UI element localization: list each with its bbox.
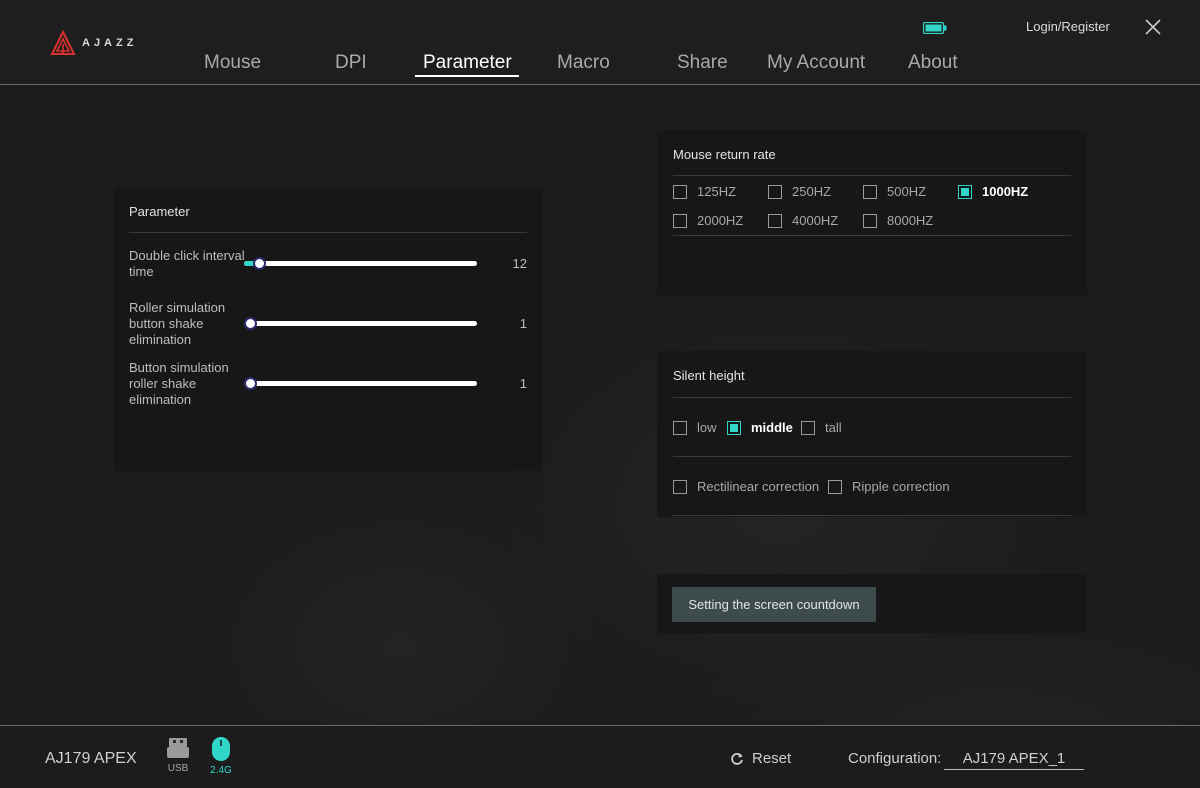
parameter-divider — [129, 232, 527, 233]
checkbox[interactable] — [673, 420, 687, 435]
parameter-panel: Parameter Double click interval time 12 … — [114, 187, 543, 471]
top-bar: AJAZZ Mouse DPI Parameter Macro Share My… — [0, 0, 1200, 85]
height-middle-option[interactable]: middle — [727, 420, 793, 435]
rate-125hz-option[interactable]: 125HZ — [673, 184, 736, 199]
return-rate-title: Mouse return rate — [673, 147, 776, 162]
checkbox[interactable] — [768, 213, 782, 228]
rate-250hz-option[interactable]: 250HZ — [768, 184, 831, 199]
tab-share[interactable]: Share — [677, 52, 728, 74]
silent-height-bottom-divider — [673, 515, 1071, 516]
height-tall-label: tall — [825, 420, 842, 435]
silent-height-mid-divider — [673, 456, 1071, 457]
rate-500hz-label: 500HZ — [887, 184, 927, 199]
height-middle-label: middle — [751, 420, 793, 435]
silent-height-divider — [673, 397, 1071, 398]
slider-handle[interactable] — [244, 377, 257, 390]
checkbox[interactable] — [768, 184, 782, 199]
rate-4000hz-option[interactable]: 4000HZ — [768, 213, 838, 228]
roller-simulation-slider[interactable] — [244, 317, 477, 330]
tab-macro[interactable]: Macro — [557, 52, 610, 74]
usb-connection[interactable]: USB — [161, 736, 195, 774]
rate-8000hz-option[interactable]: 8000HZ — [863, 213, 933, 228]
rate-2000hz-option[interactable]: 2000HZ — [673, 213, 743, 228]
double-click-interval-label: Double click interval time — [129, 248, 245, 279]
height-tall-option[interactable]: tall — [801, 420, 842, 435]
slider-handle[interactable] — [244, 317, 257, 330]
tab-about[interactable]: About — [908, 52, 958, 74]
ripple-correction-option[interactable]: Ripple correction — [828, 479, 950, 494]
button-simulation-slider[interactable] — [244, 377, 477, 390]
checkbox[interactable] — [673, 184, 687, 199]
brand-name: AJAZZ — [82, 37, 138, 49]
device-name: AJ179 APEX — [45, 750, 137, 767]
silent-height-title: Silent height — [673, 368, 745, 383]
roller-simulation-label: Roller simulation button shake eliminati… — [129, 300, 226, 347]
checkbox-checked[interactable] — [727, 420, 741, 435]
checkbox[interactable] — [801, 420, 815, 435]
silent-height-panel: Silent height low middle tall Rectilinea… — [657, 351, 1087, 517]
roller-simulation-value: 1 — [519, 316, 527, 331]
button-simulation-label: Button simulation roller shake eliminati… — [129, 360, 229, 407]
double-click-interval-slider[interactable] — [244, 257, 477, 270]
tab-dpi[interactable]: DPI — [335, 52, 367, 74]
close-icon[interactable] — [1144, 18, 1162, 36]
bottom-bar: AJ179 APEX USB 2.4G Reset Configuration:… — [0, 725, 1200, 788]
rate-500hz-option[interactable]: 500HZ — [863, 184, 926, 199]
rate-250hz-label: 250HZ — [792, 184, 832, 199]
wireless-label: 2.4G — [210, 765, 232, 776]
rate-125hz-label: 125HZ — [697, 184, 737, 199]
ajazz-logo-icon — [50, 30, 76, 55]
wireless-connection[interactable]: 2.4G — [204, 736, 238, 776]
rate-1000hz-option[interactable]: 1000HZ — [958, 184, 1028, 199]
reset-label: Reset — [752, 750, 792, 767]
configuration-label: Configuration: — [848, 750, 942, 767]
login-register-link[interactable]: Login/Register — [1026, 19, 1110, 34]
rectilinear-correction-label: Rectilinear correction — [697, 479, 820, 494]
checkbox-checked[interactable] — [958, 184, 972, 199]
return-rate-panel: Mouse return rate 125HZ 250HZ 500HZ 1000… — [657, 130, 1087, 295]
usb-icon — [167, 738, 189, 758]
return-rate-bottom-divider — [673, 235, 1071, 236]
rate-2000hz-label: 2000HZ — [697, 213, 744, 228]
return-rate-divider — [673, 175, 1071, 176]
checkbox[interactable] — [863, 184, 877, 199]
slider-handle[interactable] — [253, 257, 266, 270]
rectilinear-correction-option[interactable]: Rectilinear correction — [673, 479, 819, 494]
tab-my-account[interactable]: My Account — [767, 52, 865, 74]
brand-logo: AJAZZ — [50, 30, 137, 56]
wireless-mouse-icon — [212, 737, 230, 761]
checkbox[interactable] — [863, 213, 877, 228]
rate-4000hz-label: 4000HZ — [792, 213, 839, 228]
double-click-interval-value: 12 — [512, 256, 527, 271]
tab-parameter[interactable]: Parameter — [423, 52, 512, 74]
screen-countdown-button[interactable]: Setting the screen countdown — [672, 587, 876, 622]
checkbox[interactable] — [673, 213, 687, 228]
tab-mouse[interactable]: Mouse — [204, 52, 261, 74]
reset-button[interactable]: Reset — [730, 750, 791, 767]
parameter-panel-title: Parameter — [129, 204, 190, 219]
active-tab-underline — [415, 75, 519, 77]
usb-label: USB — [167, 763, 189, 774]
configuration-selector[interactable]: AJ179 APEX_1 — [944, 750, 1084, 770]
height-low-label: low — [697, 420, 717, 435]
rate-1000hz-label: 1000HZ — [982, 184, 1029, 199]
checkbox[interactable] — [673, 479, 687, 494]
battery-icon — [923, 22, 947, 34]
refresh-icon — [731, 752, 743, 765]
height-low-option[interactable]: low — [673, 420, 717, 435]
ripple-correction-label: Ripple correction — [852, 479, 950, 494]
rate-8000hz-label: 8000HZ — [887, 213, 934, 228]
button-simulation-value: 1 — [519, 376, 527, 391]
checkbox[interactable] — [828, 479, 842, 494]
